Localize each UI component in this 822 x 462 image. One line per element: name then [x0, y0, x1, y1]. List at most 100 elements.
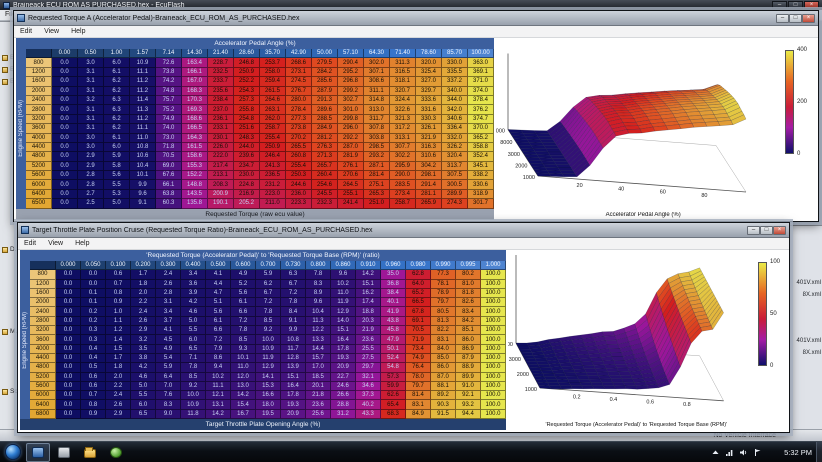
table-cell[interactable]: 0.6 — [81, 373, 106, 382]
menu-help[interactable]: Help — [65, 28, 91, 35]
table-cell[interactable]: 14.2 — [231, 391, 256, 400]
table-cell[interactable]: 0.0 — [56, 363, 81, 372]
table-cell[interactable]: 2.8 — [78, 171, 104, 180]
table-cell[interactable]: 284.9 — [312, 124, 338, 133]
table-cell[interactable]: 93.2 — [456, 400, 481, 409]
menu-help[interactable]: Help — [69, 240, 95, 247]
table-cell[interactable]: 250.3 — [286, 171, 312, 180]
table-cell[interactable]: 0.0 — [52, 124, 78, 133]
table-cell[interactable]: 299.8 — [338, 115, 364, 124]
table-cell[interactable]: 298.5 — [364, 143, 390, 152]
table-cell[interactable]: 5.9 — [256, 270, 281, 279]
table-cell[interactable]: 6.1 — [231, 298, 256, 307]
table-cell[interactable]: 10.0 — [256, 335, 281, 344]
network-icon[interactable] — [725, 448, 734, 457]
maximize-button[interactable]: □ — [789, 14, 802, 23]
col-header[interactable]: 0.050 — [81, 261, 106, 270]
table-cell[interactable]: 65.2 — [406, 289, 431, 298]
table-cell[interactable]: 2.9 — [78, 152, 104, 161]
table-cell[interactable]: 264.5 — [338, 180, 364, 189]
table-cell[interactable]: 37.3 — [356, 391, 381, 400]
table-cell[interactable]: 3.1 — [78, 105, 104, 114]
table-cell[interactable]: 290.4 — [338, 58, 364, 67]
xml-file-item[interactable]: 401V.xml — [797, 338, 821, 344]
table-cell[interactable]: 73.8 — [156, 68, 182, 77]
table-cell[interactable]: 293.2 — [364, 152, 390, 161]
table-cell[interactable]: 11.7 — [281, 345, 306, 354]
table-cell[interactable]: 10.2 — [206, 373, 231, 382]
table-cell[interactable]: 301.0 — [338, 105, 364, 114]
table-cell[interactable]: 345.1 — [468, 162, 494, 171]
table-cell[interactable]: 2.2 — [106, 382, 131, 391]
table-cell[interactable]: 18.5 — [306, 373, 331, 382]
table-cell[interactable]: 224.8 — [234, 180, 260, 189]
table-cell[interactable]: 276.3 — [312, 143, 338, 152]
table-cell[interactable]: 66.1 — [156, 180, 182, 189]
table-cell[interactable]: 88.1 — [431, 382, 456, 391]
table-cell[interactable]: 1.0 — [106, 307, 131, 316]
table-cell[interactable]: 5.5 — [181, 326, 206, 335]
table-cell[interactable]: 7.2 — [256, 298, 281, 307]
col-header[interactable]: 0.800 — [306, 261, 331, 270]
table-cell[interactable]: 11.3 — [130, 105, 156, 114]
table-cell[interactable]: 276.1 — [338, 162, 364, 171]
table-cell[interactable]: 237.0 — [208, 105, 234, 114]
table-cell[interactable]: 19.3 — [281, 400, 306, 409]
table-cell[interactable]: 376.2 — [468, 105, 494, 114]
table-cell[interactable]: 223.0 — [260, 190, 286, 199]
table-cell[interactable]: 81.8 — [456, 289, 481, 298]
table-cell[interactable]: 238.4 — [208, 96, 234, 105]
table-cell[interactable]: 17.8 — [331, 345, 356, 354]
table-cell[interactable]: 320.0 — [416, 58, 442, 67]
table-cell[interactable]: 10.8 — [130, 143, 156, 152]
table-cell[interactable]: 213.1 — [208, 171, 234, 180]
table-cell[interactable]: 0.0 — [81, 280, 106, 289]
table-cell[interactable]: 313.1 — [390, 134, 416, 143]
table-cell[interactable]: 310.6 — [416, 152, 442, 161]
col-header[interactable]: 0.995 — [456, 261, 481, 270]
table-cell[interactable]: 74.8 — [156, 87, 182, 96]
table-cell[interactable]: 16.2 — [356, 289, 381, 298]
table-cell[interactable]: 5.5 — [131, 391, 156, 400]
table-cell[interactable]: 3.8 — [131, 354, 156, 363]
table-cell[interactable]: 374.0 — [468, 87, 494, 96]
table-cell[interactable]: 281.1 — [416, 190, 442, 199]
table-cell[interactable]: 78.9 — [431, 289, 456, 298]
table-cell[interactable]: 10.9 — [181, 400, 206, 409]
table-cell[interactable]: 281.2 — [312, 134, 338, 143]
table-cell[interactable]: 2.6 — [131, 317, 156, 326]
table-cell[interactable]: 322.6 — [390, 105, 416, 114]
table-cell[interactable]: 75.7 — [156, 96, 182, 105]
table-cell[interactable]: 0.0 — [52, 199, 78, 208]
table-cell[interactable]: 313.7 — [442, 162, 468, 171]
table-cell[interactable]: 344.0 — [442, 96, 468, 105]
table-cell[interactable]: 318.9 — [468, 190, 494, 199]
table-cell[interactable]: 29.7 — [356, 363, 381, 372]
table-cell[interactable]: 274.3 — [442, 199, 468, 208]
col-header[interactable]: 0.000 — [56, 261, 81, 270]
table-cell[interactable]: 5.1 — [206, 298, 231, 307]
table-cell[interactable]: 0.8 — [81, 400, 106, 409]
table-cell[interactable]: 68.3 — [381, 410, 406, 419]
table-cell[interactable]: 5.2 — [231, 280, 256, 289]
table-cell[interactable]: 14.0 — [331, 317, 356, 326]
table-cell[interactable]: 12.9 — [256, 363, 281, 372]
table-cell[interactable]: 3.7 — [156, 317, 181, 326]
row-header[interactable]: 4800 — [30, 363, 56, 372]
row-header[interactable]: 4800 — [26, 152, 52, 161]
col-header[interactable]: 0.600 — [231, 261, 256, 270]
table-cell[interactable]: 71.9 — [406, 335, 431, 344]
table-cell[interactable]: 3.0 — [78, 134, 104, 143]
table-cell[interactable]: 307.8 — [364, 124, 390, 133]
table-cell[interactable]: 8.5 — [231, 335, 256, 344]
table-cell[interactable]: 8.9 — [306, 289, 331, 298]
table-cell[interactable]: 1.7 — [106, 354, 131, 363]
table-cell[interactable]: 235.6 — [208, 87, 234, 96]
table-cell[interactable]: 76.4 — [406, 363, 431, 372]
table-cell[interactable]: 62.8 — [406, 270, 431, 279]
table-cell[interactable]: 10.6 — [130, 152, 156, 161]
table-cell[interactable]: 5.5 — [104, 180, 130, 189]
row-header[interactable]: 3600 — [30, 335, 56, 344]
table-cell[interactable]: 18.8 — [356, 307, 381, 316]
table-cell[interactable]: 73.4 — [406, 345, 431, 354]
